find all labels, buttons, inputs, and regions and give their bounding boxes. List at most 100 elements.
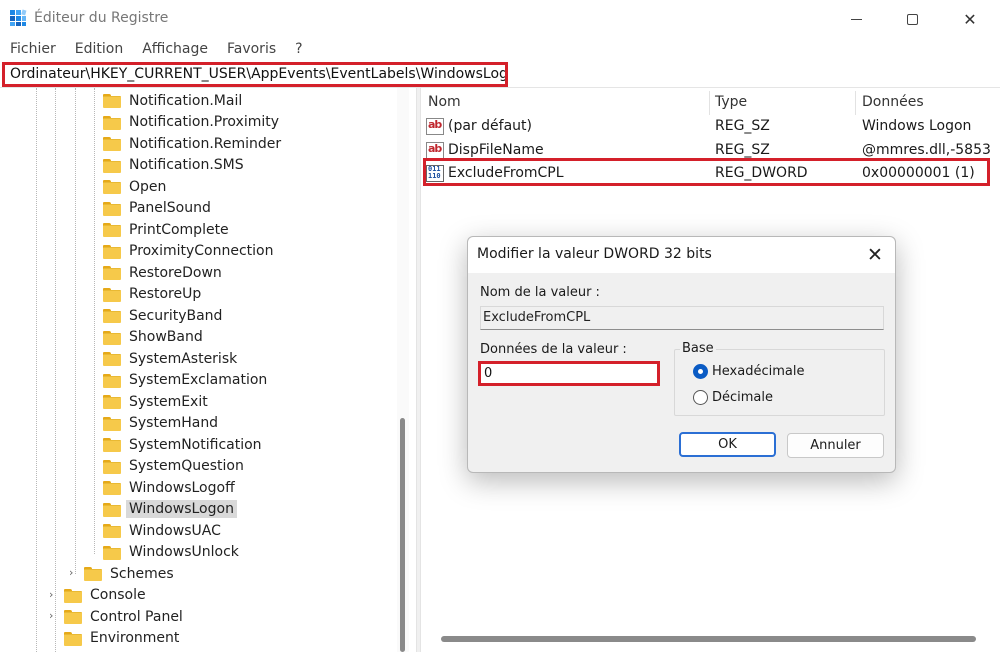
tree-item[interactable]: Notification.Proximity (103, 112, 282, 133)
cancel-button[interactable]: Annuler (787, 433, 884, 458)
key-tree: Notification.Mail Notification.Proximity N… (0, 88, 415, 652)
column-header-data[interactable]: Données (862, 91, 924, 113)
tree-item-label: Open (129, 178, 167, 195)
tree-item[interactable]: ShowBand (103, 327, 206, 348)
tree-item-label: Notification.Reminder (129, 135, 282, 152)
tree-item[interactable]: WindowsLogon (103, 499, 237, 520)
tree-item-top[interactable]: Control Panel (64, 606, 186, 627)
folder-icon (103, 308, 121, 323)
folder-icon (64, 609, 82, 624)
tree-item[interactable]: WindowsUnlock (103, 542, 242, 563)
folder-icon (84, 566, 102, 581)
expand-chevron-icon[interactable]: › (49, 589, 59, 600)
tree-item-label: PanelSound (129, 200, 211, 216)
tree-item[interactable]: SystemQuestion (103, 456, 247, 477)
tree-item-label: SystemExit (129, 393, 208, 410)
tree-item-label: SystemExclamation (129, 372, 268, 388)
tree-item[interactable]: PrintComplete (103, 219, 232, 240)
column-header-name[interactable]: Nom (428, 91, 461, 113)
tree-item-label: SystemQuestion (129, 458, 244, 474)
folder-icon (103, 115, 121, 130)
value-data-input[interactable]: 0 (478, 361, 660, 386)
radio-unselected-icon (693, 390, 708, 405)
expand-chevron-icon[interactable]: › (69, 567, 79, 578)
menu-favoris[interactable]: Favoris (227, 38, 276, 60)
close-icon: ✕ (963, 9, 977, 29)
list-horizontal-scrollbar[interactable] (441, 636, 976, 642)
ok-button[interactable]: OK (679, 432, 776, 457)
folder-icon (103, 373, 121, 388)
list-row-default[interactable]: ab (par défaut) REG_SZ Windows Logon (421, 115, 1000, 138)
tree-item-label: ProximityConnection (129, 243, 274, 259)
maximize-icon (906, 13, 918, 25)
tree-item[interactable]: WindowsLogoff (103, 477, 238, 498)
window-title: Éditeur du Registre (34, 10, 169, 26)
column-divider[interactable] (709, 91, 710, 115)
registry-editor-icon (10, 9, 27, 26)
folder-icon (103, 222, 121, 237)
folder-icon (103, 93, 121, 108)
radio-decimal[interactable]: Décimale (693, 390, 773, 405)
dialog-close-button[interactable]: ✕ (863, 243, 887, 267)
tree-item[interactable]: SystemNotification (103, 434, 265, 455)
tree-item[interactable]: Notification.SMS (103, 155, 247, 176)
tree-item-label: WindowsLogoff (129, 479, 235, 496)
tree-item-label: Schemes (110, 565, 174, 582)
tree-item[interactable]: Open (103, 176, 169, 197)
dialog-title-bar: Modifier la valeur DWORD 32 bits ✕ (468, 237, 895, 273)
menu-bar: Fichier Edition Affichage Favoris ? (0, 38, 1000, 60)
value-name-field: ExcludeFromCPL (480, 306, 884, 330)
tree-item[interactable]: RestoreUp (103, 284, 204, 305)
folder-icon (103, 265, 121, 280)
tree-scrollbar-thumb[interactable] (400, 418, 405, 652)
tree-item[interactable]: PanelSound (103, 198, 214, 219)
folder-icon (103, 330, 121, 345)
string-value-icon: ab (426, 118, 444, 135)
tree-item-top[interactable]: Console (64, 585, 149, 606)
address-bar: Ordinateur\HKEY_CURRENT_USER\AppEvents\E… (0, 61, 1000, 88)
maximize-button[interactable] (886, 0, 938, 38)
tree-item-label: Console (90, 587, 146, 603)
base-group-title: Base (680, 341, 716, 356)
radio-hexadecimal[interactable]: Hexadécimale (693, 364, 804, 379)
dialog-title: Modifier la valeur DWORD 32 bits (477, 246, 712, 262)
tree-item-schemes[interactable]: Schemes (84, 563, 177, 584)
address-input[interactable]: Ordinateur\HKEY_CURRENT_USER\AppEvents\E… (2, 62, 508, 87)
tree-guide-line (94, 88, 95, 554)
folder-icon (103, 545, 121, 560)
radio-hexadecimal-label: Hexadécimale (712, 364, 805, 379)
menu-edition[interactable]: Edition (75, 38, 123, 60)
column-divider[interactable] (855, 91, 856, 115)
folder-icon (103, 523, 121, 538)
tree-item[interactable]: RestoreDown (103, 262, 225, 283)
tree-item[interactable]: SecurityBand (103, 305, 225, 326)
folder-icon (103, 158, 121, 173)
tree-item-label: Environment (90, 630, 180, 646)
title-bar: Éditeur du Registre ✕ (0, 0, 1000, 38)
tree-item[interactable]: SystemHand (103, 413, 221, 434)
tree-item[interactable]: Notification.Mail (103, 90, 245, 111)
menu-help[interactable]: ? (295, 38, 302, 60)
tree-guide-line (55, 88, 56, 652)
tree-item[interactable]: WindowsUAC (103, 520, 224, 541)
tree-item[interactable]: ProximityConnection (103, 241, 276, 262)
folder-icon (103, 416, 121, 431)
tree-item-label: Control Panel (90, 608, 183, 625)
menu-affichage[interactable]: Affichage (142, 38, 208, 60)
minimize-button[interactable] (830, 0, 882, 38)
tree-item[interactable]: SystemExit (103, 391, 211, 412)
tree-item-top[interactable]: Environment (64, 628, 182, 649)
menu-fichier[interactable]: Fichier (10, 38, 56, 60)
tree-item-label: SystemAsterisk (129, 350, 238, 367)
folder-icon (103, 459, 121, 474)
tree-item[interactable]: SystemExclamation (103, 370, 270, 391)
close-window-button[interactable]: ✕ (944, 0, 996, 38)
tree-scrollbar[interactable] (397, 88, 409, 652)
tree-item[interactable]: SystemAsterisk (103, 348, 240, 369)
tree-item[interactable]: Notification.Reminder (103, 133, 284, 154)
tree-item-label: WindowsUAC (129, 522, 221, 539)
column-header-type[interactable]: Type (715, 91, 747, 113)
tree-item-label: ShowBand (129, 329, 203, 345)
folder-icon (103, 351, 121, 366)
expand-chevron-icon[interactable]: › (49, 610, 59, 621)
